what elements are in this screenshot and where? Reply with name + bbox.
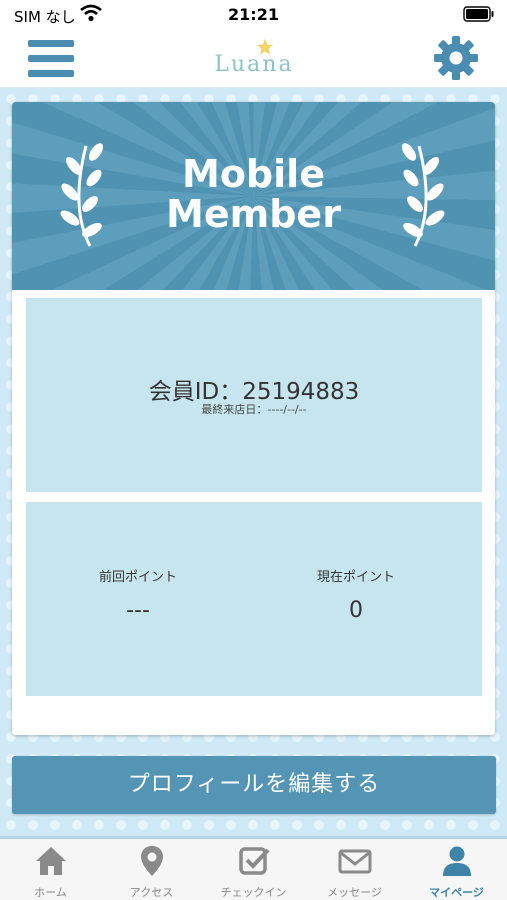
status-bar: SIM なし 21:21	[0, 0, 507, 30]
previous-points-label: 前回ポイント	[98, 570, 177, 585]
last-visit-date: 最終来店日：----/--/--	[201, 403, 307, 416]
person-icon	[443, 846, 471, 876]
checkin-icon	[239, 847, 270, 875]
menu-icon	[28, 40, 74, 47]
member-banner: Mobile Member	[12, 102, 495, 290]
clock: 21:21	[228, 5, 279, 24]
tab-access[interactable]: アクセス	[101, 839, 202, 900]
member-id-panel: 会員ID：25194883 最終来店日：----/--/--	[26, 298, 482, 492]
previous-points-value: ---	[126, 598, 150, 623]
points-panel: 前回ポイント --- 現在ポイント 0	[26, 502, 482, 696]
current-points-label: 現在ポイント	[316, 570, 395, 585]
tab-message[interactable]: メッセージ	[304, 839, 405, 900]
home-icon	[36, 847, 66, 875]
tab-label: メッセージ	[327, 886, 382, 899]
tab-label: ホーム	[34, 886, 67, 899]
map-pin-icon	[141, 846, 163, 876]
gear-icon[interactable]	[432, 34, 480, 82]
member-card: Mobile Member 会員ID：25194883 最終来店日：----/-…	[12, 102, 495, 735]
tab-label: マイページ	[429, 886, 484, 899]
app-header: Luana	[0, 30, 507, 88]
app-logo: Luana	[190, 38, 318, 82]
current-points-value: 0	[349, 598, 363, 623]
menu-icon-bar	[28, 55, 74, 62]
tab-label: アクセス	[129, 886, 174, 899]
envelope-icon	[338, 849, 372, 874]
battery-icon	[463, 6, 494, 22]
tab-mypage[interactable]: マイページ	[406, 839, 507, 900]
menu-button[interactable]	[28, 38, 76, 80]
logo-text: Luana	[214, 52, 294, 77]
tab-bar: ホーム アクセス チェックイン メッセージ マイページ	[0, 836, 507, 900]
tab-home[interactable]: ホーム	[0, 839, 101, 900]
menu-icon-bar	[28, 70, 74, 77]
laurel-icon	[401, 143, 445, 247]
tab-label: チェックイン	[220, 886, 287, 899]
edit-profile-button[interactable]: プロフィールを編集する	[12, 756, 496, 814]
tab-checkin[interactable]: チェックイン	[203, 839, 304, 900]
